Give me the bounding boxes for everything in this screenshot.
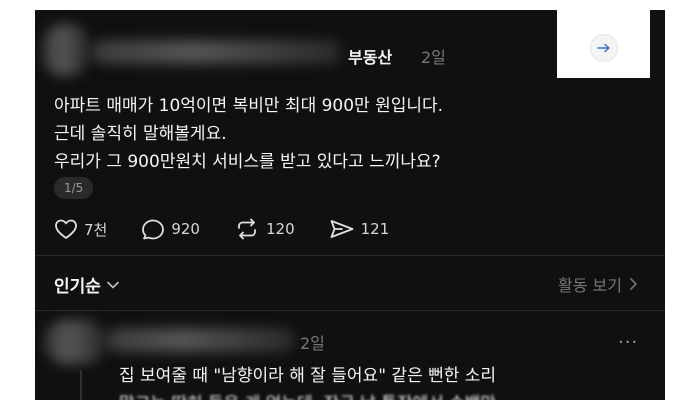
comment-count: 920 (171, 220, 200, 238)
comment-button[interactable]: 920 (141, 218, 200, 240)
sort-dropdown[interactable]: 인기순 (54, 272, 119, 297)
arrow-right-button[interactable] (590, 34, 618, 62)
post-header: 부동산 2일 (35, 10, 665, 85)
sort-label: 인기순 (54, 277, 101, 297)
post-body-line: 아파트 매매가 10억이면 복비만 최대 900만 원입니다. (54, 96, 444, 116)
comment-time: 2일 (300, 334, 325, 353)
repost-icon (238, 218, 256, 240)
comment-body: 집 보여줄 때 "남향이라 해 잘 들어요" 같은 뻔한 소리 말고는 딱히 들… (119, 362, 496, 400)
divider (35, 255, 665, 256)
chevron-down-icon (107, 281, 119, 288)
comment-line: 말고는 딱히 들은 게 없는데, 잔금 날 통장에서 수백만 (119, 390, 496, 400)
post-actions: 7천 920 120 121 (54, 217, 423, 241)
divider (35, 310, 665, 311)
heart-icon (55, 219, 77, 239)
commenter-avatar-blurred[interactable] (45, 320, 105, 364)
commenter-name-blurred[interactable] (105, 328, 295, 352)
carousel-page-indicator: 1/5 (54, 177, 94, 199)
comment-line: 집 보여줄 때 "남향이라 해 잘 들어요" 같은 뻔한 소리 (119, 366, 497, 386)
view-activity-link[interactable]: 활동 보기 (558, 272, 637, 296)
repost-button[interactable]: 120 (234, 218, 295, 240)
post-body: 아파트 매매가 10억이면 복비만 최대 900만 원입니다. 근데 솔직히 말… (54, 92, 634, 176)
speech-bubble-icon (142, 219, 165, 240)
share-button[interactable]: 121 (329, 218, 390, 240)
repost-count: 120 (265, 220, 295, 238)
post-body-line: 근데 솔직히 말해볼게요. (54, 124, 227, 144)
post-body-line: 우리가 그 900만원치 서비스를 받고 있다고 느끼나요? (54, 152, 441, 172)
like-button[interactable]: 7천 (54, 218, 107, 240)
chevron-right-icon (630, 278, 637, 290)
thread-screen: 부동산 2일 아파트 매매가 10억이면 복비만 최대 900만 원입니다. 근… (35, 10, 665, 400)
more-options-button[interactable]: ··· (618, 332, 638, 353)
topic-tag[interactable]: 부동산 (348, 44, 392, 68)
activity-label: 활동 보기 (558, 276, 622, 295)
share-popup-card[interactable] (557, 10, 650, 78)
like-count: 7천 (84, 220, 108, 239)
author-avatar-blurred[interactable] (43, 24, 89, 76)
thread-line (80, 370, 82, 400)
arrow-right-icon (597, 43, 610, 53)
share-count: 121 (360, 220, 390, 238)
author-name-blurred[interactable] (91, 40, 341, 64)
post-time: 2일 (421, 48, 446, 67)
send-icon (330, 220, 354, 238)
